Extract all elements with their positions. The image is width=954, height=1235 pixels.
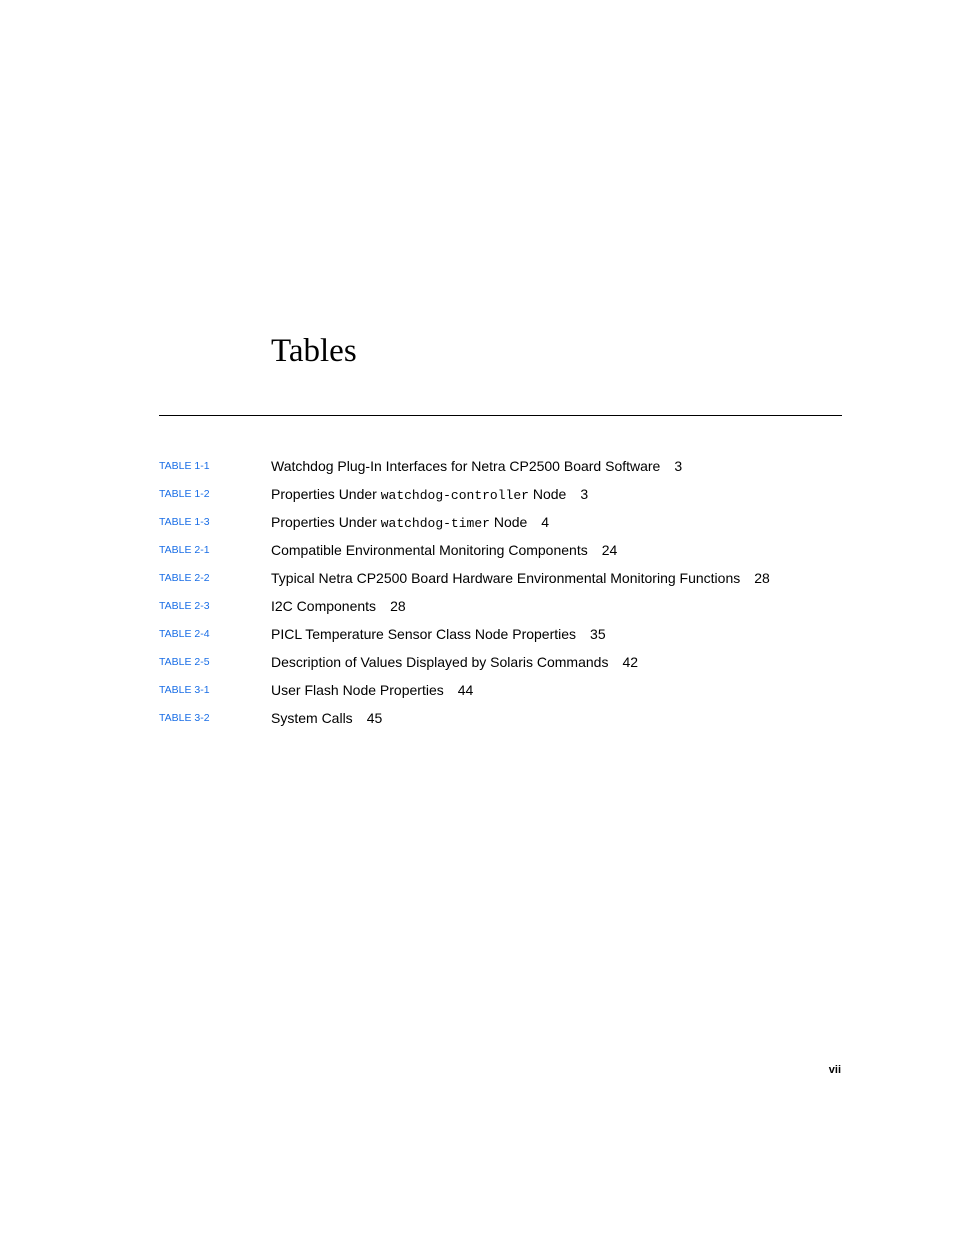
entry-text: Watchdog Plug-In Interfaces for Netra CP… <box>271 458 661 474</box>
tables-list: TABLE 1-1 Watchdog Plug-In Interfaces fo… <box>159 456 842 736</box>
entry-text: Properties Under <box>271 486 381 502</box>
entry-text: Properties Under <box>271 514 381 530</box>
entry-code: watchdog-controller <box>380 488 529 503</box>
table-entry-title[interactable]: Watchdog Plug-In Interfaces for Netra CP… <box>271 458 682 475</box>
page-number: 28 <box>390 598 406 614</box>
table-ref-link[interactable]: TABLE 2-2 <box>159 572 210 584</box>
list-item: TABLE 2-3 I2C Components 28 <box>159 596 842 624</box>
list-item: TABLE 1-2 Properties Under watchdog-cont… <box>159 484 842 512</box>
list-item: TABLE 2-2 Typical Netra CP2500 Board Har… <box>159 568 842 596</box>
table-ref-link[interactable]: TABLE 2-3 <box>159 600 210 612</box>
page-number: 3 <box>674 458 683 474</box>
entry-text: Description of Values Displayed by Solar… <box>271 654 609 670</box>
table-ref-link[interactable]: TABLE 1-2 <box>159 488 210 500</box>
table-entry-title[interactable]: System Calls 45 <box>271 710 382 727</box>
page-number: 42 <box>622 654 639 670</box>
table-entry-title[interactable]: PICL Temperature Sensor Class Node Prope… <box>271 626 606 643</box>
page-number: 35 <box>590 626 606 642</box>
entry-text: Typical Netra CP2500 Board Hardware Envi… <box>271 570 741 586</box>
page-number: 44 <box>457 682 474 698</box>
list-item: TABLE 2-5 Description of Values Displaye… <box>159 652 842 680</box>
table-entry-title[interactable]: Properties Under watchdog-timer Node 4 <box>271 514 549 531</box>
entry-text: System Calls <box>271 710 353 726</box>
page-number: 24 <box>601 542 618 558</box>
table-entry-title[interactable]: Properties Under watchdog-controller Nod… <box>271 486 588 503</box>
entry-text: PICL Temperature Sensor Class Node Prope… <box>271 626 577 642</box>
entry-code: watchdog-timer <box>380 516 490 531</box>
table-ref-link[interactable]: TABLE 1-1 <box>159 460 210 472</box>
list-item: TABLE 3-2 System Calls 45 <box>159 708 842 736</box>
page-title: Tables <box>271 333 357 369</box>
table-ref-link[interactable]: TABLE 2-5 <box>159 656 210 668</box>
table-ref-link[interactable]: TABLE 2-1 <box>159 544 210 556</box>
table-ref-link[interactable]: TABLE 2-4 <box>159 628 210 640</box>
page-number: 45 <box>366 710 383 726</box>
list-item: TABLE 1-1 Watchdog Plug-In Interfaces fo… <box>159 456 842 484</box>
page-folio: vii <box>828 1064 841 1076</box>
entry-text-after: Node <box>489 514 528 530</box>
list-item: TABLE 1-3 Properties Under watchdog-time… <box>159 512 842 540</box>
page-number: 28 <box>754 570 770 586</box>
table-ref-link[interactable]: TABLE 1-3 <box>159 516 210 528</box>
list-item: TABLE 2-1 Compatible Environmental Monit… <box>159 540 842 568</box>
page-number: 4 <box>541 514 550 530</box>
entry-text-after: Node <box>528 486 567 502</box>
list-item: TABLE 2-4 PICL Temperature Sensor Class … <box>159 624 842 652</box>
table-entry-title[interactable]: User Flash Node Properties 44 <box>271 682 473 699</box>
entry-text: User Flash Node Properties <box>271 682 444 698</box>
table-entry-title[interactable]: Description of Values Displayed by Solar… <box>271 654 638 671</box>
table-entry-title[interactable]: Compatible Environmental Monitoring Comp… <box>271 542 617 559</box>
title-divider <box>159 415 842 416</box>
entry-text: I2C Components <box>271 598 377 614</box>
table-ref-link[interactable]: TABLE 3-2 <box>159 712 210 724</box>
entry-text: Compatible Environmental Monitoring Comp… <box>271 542 588 558</box>
page-number: 3 <box>580 486 589 502</box>
table-ref-link[interactable]: TABLE 3-1 <box>159 684 210 696</box>
table-entry-title[interactable]: Typical Netra CP2500 Board Hardware Envi… <box>271 570 770 587</box>
list-item: TABLE 3-1 User Flash Node Properties 44 <box>159 680 842 708</box>
table-entry-title[interactable]: I2C Components 28 <box>271 598 406 615</box>
